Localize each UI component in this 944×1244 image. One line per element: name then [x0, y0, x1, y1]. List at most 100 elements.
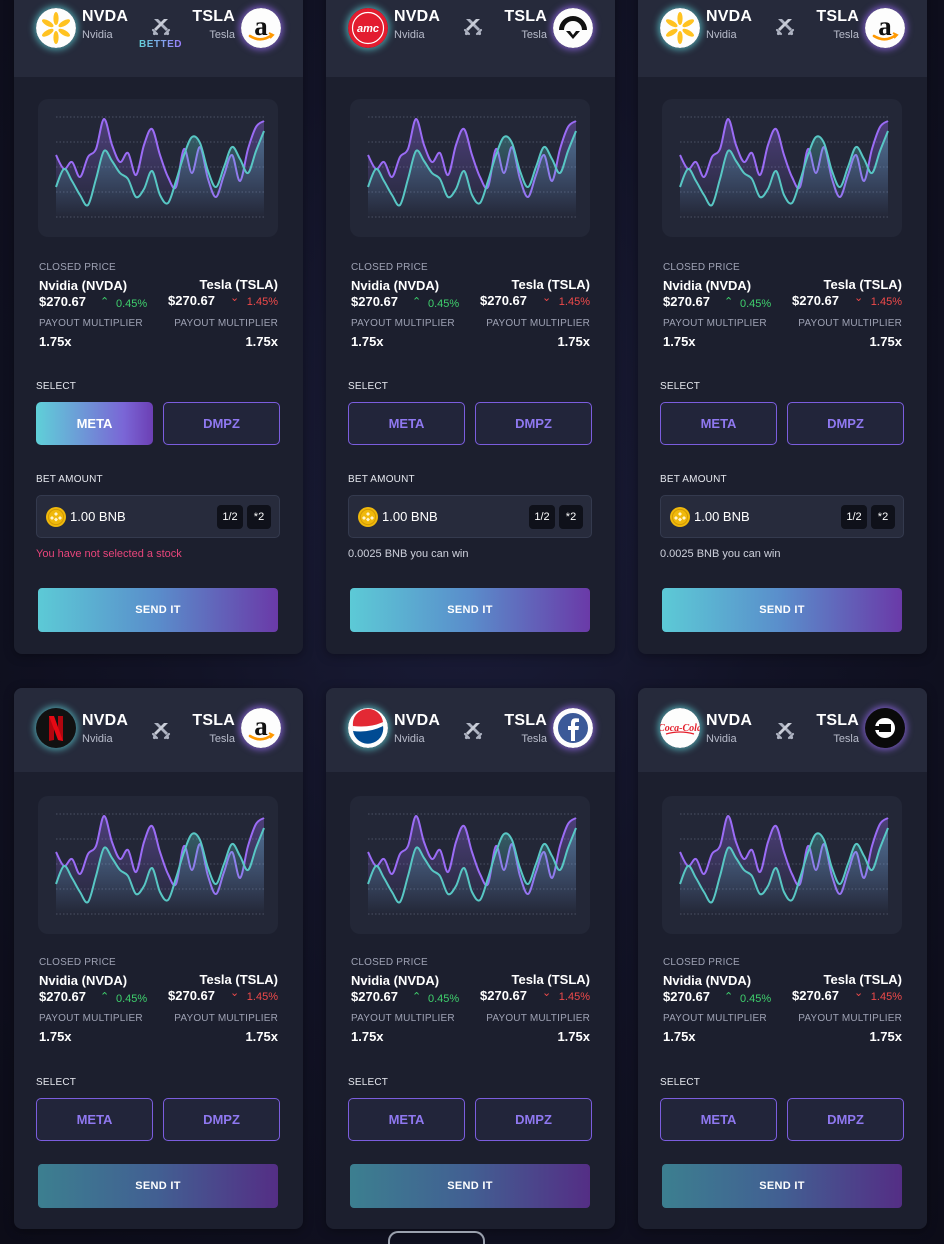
arrow-up-icon: ⌃ — [100, 296, 110, 308]
send-it-button[interactable]: SEND IT — [38, 588, 278, 632]
selection-error-message: You have not selected a stock — [36, 548, 182, 560]
option-dmpz-button[interactable]: DMPZ — [787, 1098, 904, 1141]
arrow-up-icon: ⌃ — [412, 296, 422, 308]
half-button[interactable]: 1/2 — [841, 505, 867, 529]
option-meta-button[interactable]: META — [36, 1098, 153, 1141]
bet-amount-label: BET AMOUNT — [660, 474, 727, 485]
bet-card-2: amc NVDA Nvidia TSLA Tesla CLOSED PRICE Nvid… — [326, 0, 615, 654]
left-company-full-name: Nvidia (NVDA) — [663, 278, 752, 293]
right-change: 1.45% — [558, 296, 590, 308]
option-meta-button[interactable]: META — [660, 1098, 777, 1141]
price-chart-svg — [679, 813, 889, 915]
bet-amount-value: 1.00 BNB — [70, 509, 126, 524]
right-company-name: Tesla — [521, 29, 547, 41]
right-ticker: TSLA — [816, 712, 859, 729]
double-button[interactable]: *2 — [871, 505, 895, 529]
send-it-button[interactable]: SEND IT — [662, 588, 902, 632]
half-button[interactable]: 1/2 — [529, 505, 555, 529]
left-change: 0.45% — [428, 993, 460, 1005]
left-price: $270.67 — [351, 294, 398, 309]
select-label: SELECT — [660, 1077, 701, 1088]
right-price: $270.67 — [480, 988, 527, 1003]
right-price: $270.67 — [168, 293, 215, 308]
send-it-button[interactable]: SEND IT — [38, 1164, 278, 1208]
select-label: SELECT — [348, 381, 389, 392]
left-payout-label: PAYOUT MULTIPLIER — [663, 318, 767, 329]
left-ticker: NVDA — [706, 8, 753, 25]
price-chart — [350, 796, 590, 934]
closed-price-label: CLOSED PRICE — [39, 957, 116, 968]
right-change: 1.45% — [246, 991, 278, 1003]
right-multiplier: 1.75x — [245, 1029, 278, 1044]
amazon-logo-icon: a — [865, 8, 905, 48]
left-ticker: NVDA — [82, 712, 129, 729]
potential-win-note: 0.0025 BNB you can win — [348, 548, 469, 560]
send-it-button[interactable]: SEND IT — [350, 1164, 590, 1208]
left-company-name: Nvidia — [82, 29, 113, 41]
bet-amount-input[interactable]: 1.00 BNB 1/2 *2 — [660, 495, 904, 538]
crossed-swords-icon — [774, 15, 796, 37]
option-dmpz-button[interactable]: DMPZ — [163, 402, 280, 445]
option-dmpz-button[interactable]: DMPZ — [475, 1098, 592, 1141]
price-chart-svg — [367, 813, 577, 915]
left-company-full-name: Nvidia (NVDA) — [39, 278, 128, 293]
price-chart — [662, 796, 902, 934]
option-meta-button[interactable]: META — [660, 402, 777, 445]
left-payout-label: PAYOUT MULTIPLIER — [39, 318, 143, 329]
svg-text:a: a — [254, 11, 268, 41]
left-payout-label: PAYOUT MULTIPLIER — [39, 1013, 143, 1024]
right-price: $270.67 — [792, 293, 839, 308]
price-chart-svg — [679, 116, 889, 218]
crossed-swords-icon — [774, 719, 796, 741]
right-multiplier: 1.75x — [557, 334, 590, 349]
arrow-down-icon: ⌄ — [230, 987, 240, 999]
half-button[interactable]: 1/2 — [217, 505, 243, 529]
price-chart-svg — [55, 813, 265, 915]
left-payout-label: PAYOUT MULTIPLIER — [351, 1013, 455, 1024]
betted-badge: BETTED — [139, 39, 182, 50]
facebook-logo-icon — [553, 708, 593, 748]
right-price: $270.67 — [168, 988, 215, 1003]
double-button[interactable]: *2 — [559, 505, 583, 529]
svg-text:a: a — [254, 711, 268, 741]
option-meta-button[interactable]: META — [36, 402, 153, 445]
bet-card-4: a NVDA Nvidia TSLA Tesla CLOSED PRICE Nvidia… — [14, 688, 303, 1229]
left-company-full-name: Nvidia (NVDA) — [351, 973, 440, 988]
double-button[interactable]: *2 — [247, 505, 271, 529]
left-ticker: NVDA — [706, 712, 753, 729]
arrow-up-icon: ⌃ — [724, 296, 734, 308]
right-company-name: Tesla — [833, 733, 859, 745]
bet-card-5: NVDA Nvidia TSLA Tesla CLOSED PRICE Nvidia (… — [326, 688, 615, 1229]
bet-amount-input[interactable]: 1.00 BNB 1/2 *2 — [36, 495, 280, 538]
arrow-up-icon: ⌃ — [724, 991, 734, 1003]
nio-logo-icon — [553, 8, 593, 48]
send-it-button[interactable]: SEND IT — [662, 1164, 902, 1208]
right-company-full-name: Tesla (TSLA) — [823, 277, 903, 292]
potential-win-note: 0.0025 BNB you can win — [660, 548, 781, 560]
closed-price-label: CLOSED PRICE — [351, 957, 428, 968]
left-price: $270.67 — [663, 989, 710, 1004]
right-change: 1.45% — [870, 296, 902, 308]
bet-amount-input[interactable]: 1.00 BNB 1/2 *2 — [348, 495, 592, 538]
bnb-coin-icon — [46, 507, 66, 527]
crossed-swords-icon — [462, 15, 484, 37]
right-multiplier: 1.75x — [869, 1029, 902, 1044]
arrow-up-icon: ⌃ — [412, 991, 422, 1003]
price-chart — [662, 99, 902, 237]
option-dmpz-button[interactable]: DMPZ — [163, 1098, 280, 1141]
right-ticker: TSLA — [816, 8, 859, 25]
select-label: SELECT — [36, 1077, 77, 1088]
netflix-logo-icon — [36, 708, 76, 748]
send-it-button[interactable]: SEND IT — [350, 588, 590, 632]
select-label: SELECT — [660, 381, 701, 392]
bet-amount-label: BET AMOUNT — [36, 474, 103, 485]
option-dmpz-button[interactable]: DMPZ — [475, 402, 592, 445]
bet-amount-value: 1.00 BNB — [694, 509, 750, 524]
option-meta-button[interactable]: META — [348, 402, 465, 445]
option-dmpz-button[interactable]: DMPZ — [787, 402, 904, 445]
right-price: $270.67 — [792, 988, 839, 1003]
right-multiplier: 1.75x — [245, 334, 278, 349]
option-meta-button[interactable]: META — [348, 1098, 465, 1141]
bet-card-6: Coca-Cola NVDA Nvidia TSLA Tesla CLOSED PRI… — [638, 688, 927, 1229]
left-company-full-name: Nvidia (NVDA) — [39, 973, 128, 988]
